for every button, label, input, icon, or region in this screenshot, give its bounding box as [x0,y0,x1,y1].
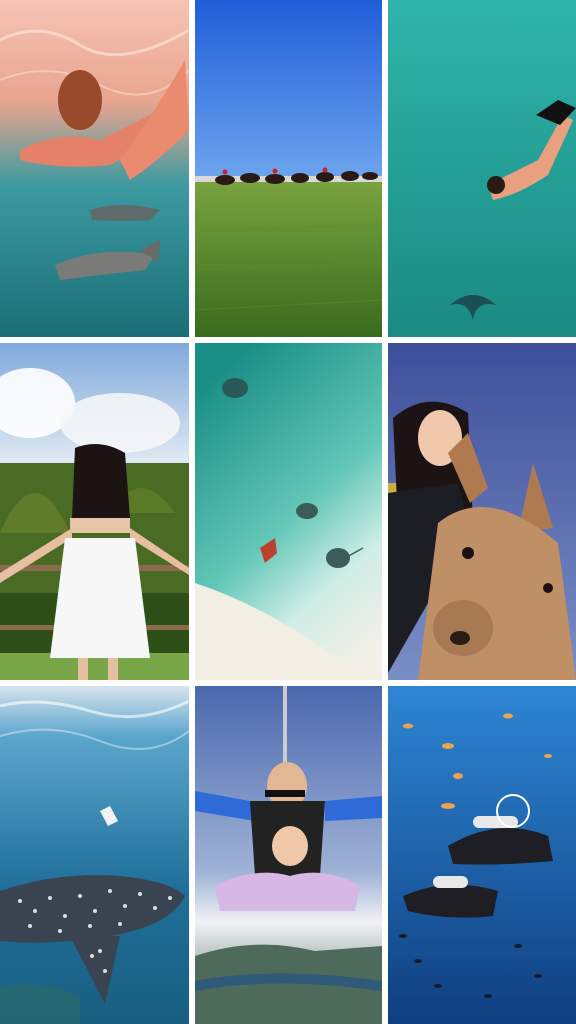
photo-scuba-divers-with-fish[interactable] [388,686,576,1024]
photo-freediver-with-manta-ray[interactable] [388,0,576,337]
photo-selfie-with-kangaroo[interactable] [388,343,576,680]
photo-aerial-beach-with-stingrays[interactable] [195,343,382,680]
photo-woman-overlooking-hills[interactable] [0,343,189,680]
photo-horse-race[interactable] [195,0,382,337]
photo-tandem-skydive[interactable] [195,686,382,1024]
photo-collage [0,0,576,1024]
photo-swimmer-with-sharks[interactable] [0,0,189,337]
photo-whale-shark[interactable] [0,686,189,1024]
